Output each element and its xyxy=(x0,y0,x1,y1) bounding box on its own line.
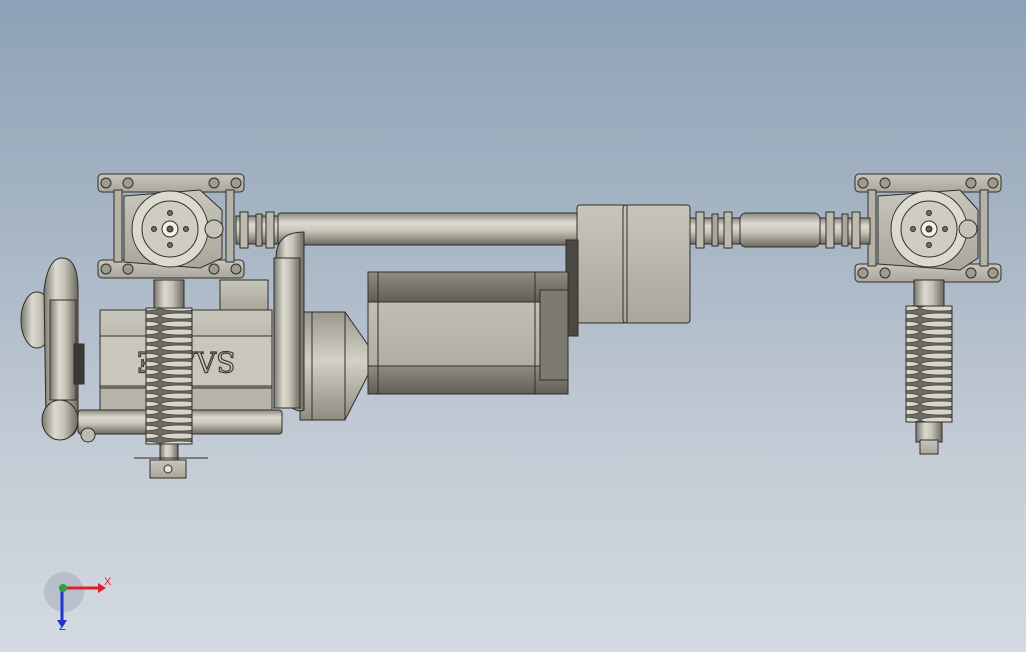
right-wheel-module[interactable] xyxy=(854,173,1002,283)
graphics-viewport[interactable]: SΛAVE xyxy=(0,0,1026,652)
x-axis-label: X xyxy=(104,576,112,588)
main-motor[interactable] xyxy=(367,271,569,395)
bent-tube[interactable] xyxy=(273,231,305,412)
y-axis-dot xyxy=(59,584,67,592)
left-wheel-module[interactable] xyxy=(97,173,245,279)
motor-adapter-cone[interactable] xyxy=(299,311,369,421)
z-axis-label: Z xyxy=(59,621,66,633)
right-drive-shaft[interactable] xyxy=(689,211,871,249)
cad-model-assembly[interactable]: SΛAVE xyxy=(0,0,1026,652)
right-shock-absorber[interactable] xyxy=(905,279,953,455)
triad-origin-shading xyxy=(44,572,84,612)
gearbox-housing[interactable] xyxy=(565,204,691,337)
